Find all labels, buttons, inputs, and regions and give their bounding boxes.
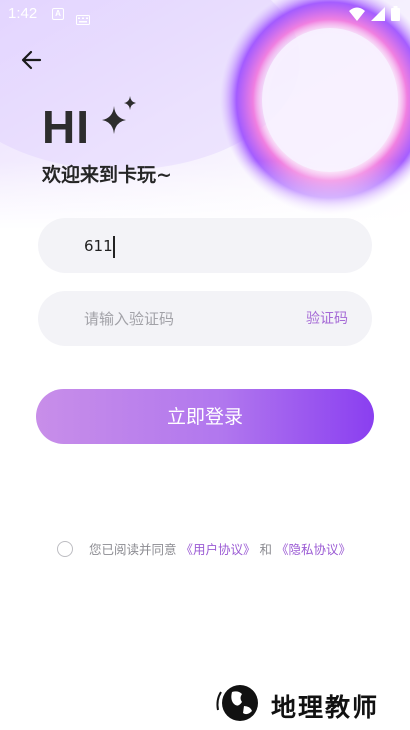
welcome-text: 欢迎来到卡玩~ (42, 164, 172, 186)
agreement-prefix: 您已阅读并同意 (89, 542, 181, 557)
keyboard-icon (76, 10, 90, 29)
agreement-text: 您已阅读并同意 《用户协议》 和 《隐私协议》 (57, 539, 351, 560)
hi-title: HI (42, 101, 90, 153)
notification-a-icon: A (52, 8, 64, 20)
verification-code-input[interactable] (84, 291, 284, 346)
signal-icon (371, 6, 385, 25)
battery-icon (391, 6, 400, 25)
status-time: 1:42 (8, 5, 38, 22)
status-bar: 1:42 A (0, 0, 410, 28)
globe-logo-icon (216, 685, 258, 721)
code-field[interactable]: 验证码 (38, 291, 372, 346)
watermark-text: 地理教师 (271, 693, 380, 722)
agreement-conjunction: 和 (255, 542, 276, 557)
wifi-icon (349, 6, 365, 25)
get-code-button[interactable]: 验证码 (306, 308, 348, 328)
watermark: 地理教师 (212, 680, 408, 726)
privacy-policy-link[interactable]: 《隐私协议》 (276, 542, 351, 557)
text-cursor (113, 236, 115, 258)
sparkle-icon (102, 96, 138, 138)
phone-field[interactable] (38, 218, 372, 273)
back-arrow-icon[interactable] (18, 46, 46, 74)
user-agreement-link[interactable]: 《用户协议》 (180, 542, 255, 557)
login-button[interactable]: 立即登录 (36, 389, 374, 444)
